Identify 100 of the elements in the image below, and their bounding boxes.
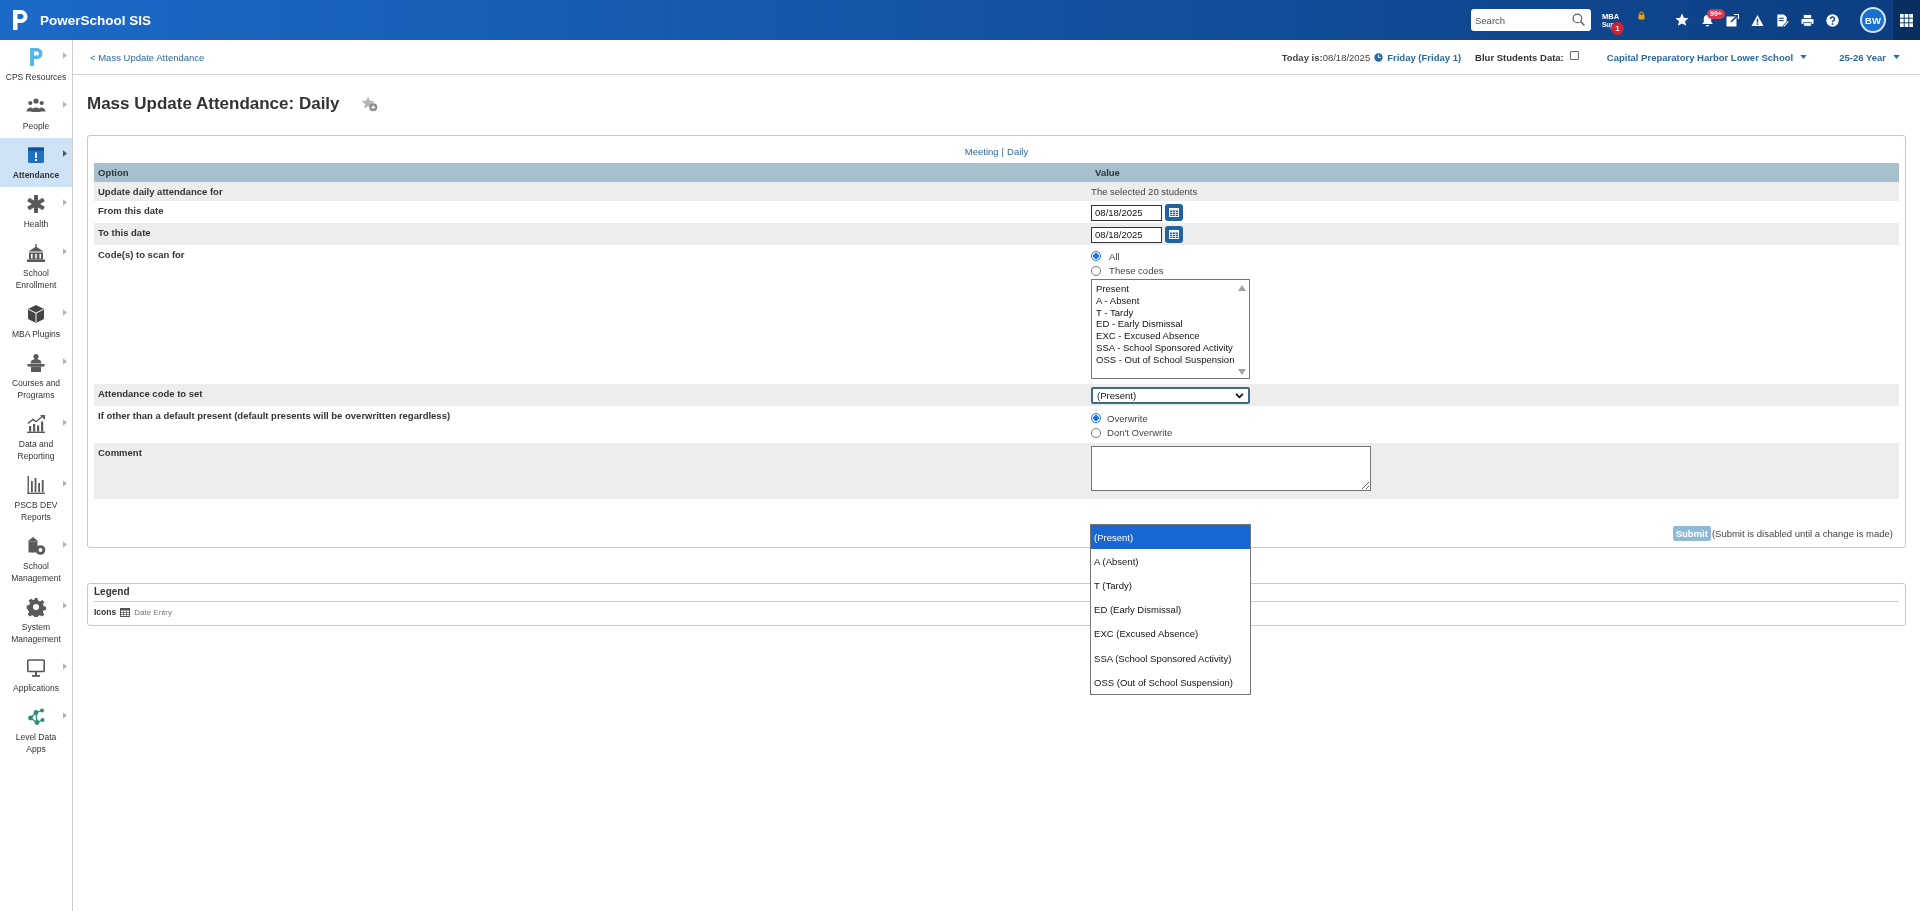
sidebar-item[interactable]: School Enrollment	[0, 236, 72, 297]
sidebar-item[interactable]: Level Data Apps	[0, 700, 72, 761]
dropdown-option[interactable]: ED (Early Dismissal)	[1091, 597, 1251, 622]
calendar-icon	[1169, 208, 1180, 217]
dropdown-option[interactable]: EXC (Excused Absence)	[1091, 621, 1251, 646]
calendar-button[interactable]	[1165, 204, 1184, 221]
radio-button[interactable]	[1091, 265, 1102, 276]
dropdown-option[interactable]: (Present)	[1091, 525, 1251, 550]
today-date: Today is:08/18/2025	[1281, 51, 1371, 63]
cube-icon	[26, 304, 46, 324]
listbox-option[interactable]: EXC - Excused Absence	[1096, 330, 1250, 342]
calendar-alert-icon	[26, 145, 46, 165]
comment-field[interactable]	[1091, 446, 1372, 491]
warning-icon[interactable]	[1751, 13, 1764, 27]
legend-title: Legend	[94, 586, 130, 597]
listbox-option[interactable]: Present	[1096, 283, 1250, 295]
apps-button[interactable]	[1893, 0, 1920, 40]
year-selector[interactable]: 25-26 Year	[1839, 51, 1886, 63]
dropdown-option[interactable]: A (Absent)	[1091, 549, 1251, 574]
sidebar-item[interactable]: PSCB DEV Reports	[0, 468, 72, 529]
listbox-option[interactable]: ED - Early Dismissal	[1096, 318, 1250, 331]
grid-icon	[1900, 13, 1913, 27]
sidebar-item[interactable]: CPS Resources	[0, 40, 72, 89]
page-title: Mass Update Attendance: Daily	[87, 94, 340, 114]
lectern-icon	[26, 353, 46, 373]
caret-right-icon	[63, 419, 67, 426]
star-add-icon[interactable]	[360, 96, 378, 112]
mode-link[interactable]: Daily	[1007, 146, 1029, 157]
caret-right-icon	[63, 101, 67, 108]
listbox-option[interactable]: T - Tardy	[1096, 306, 1250, 319]
clock-icon	[1374, 52, 1384, 62]
dropdown-option[interactable]: OSS (Out of School Suspension)	[1091, 670, 1251, 695]
radio-button[interactable]	[1091, 427, 1102, 438]
calendar-button[interactable]	[1165, 226, 1184, 243]
calendar-icon	[1169, 230, 1180, 239]
help-icon[interactable]	[1826, 13, 1839, 27]
date-field[interactable]: 08/18/2025	[1091, 204, 1163, 221]
medical-star-icon	[26, 194, 46, 214]
search-icon[interactable]	[1572, 13, 1585, 26]
expand-icon[interactable]	[1726, 13, 1739, 27]
caret-right-icon	[63, 309, 67, 316]
dropdown-option[interactable]: T (Tardy)	[1091, 573, 1251, 598]
search-field[interactable]: Search	[1471, 9, 1591, 31]
mode-link[interactable]: Meeting	[964, 146, 999, 157]
legend-label: Icons	[94, 607, 117, 617]
sidebar-item[interactable]: Health	[0, 187, 72, 236]
day-link[interactable]: Friday (Friday 1)	[1387, 51, 1462, 63]
bar-chart-icon	[26, 475, 46, 495]
caret-down-icon[interactable]	[1893, 55, 1900, 59]
star-icon[interactable]	[1675, 13, 1689, 27]
dropdown-option[interactable]: SSA (School Sponsored Activity)	[1091, 645, 1251, 671]
sidebar-item[interactable]: Applications	[0, 651, 72, 700]
caret-right-icon	[63, 663, 67, 670]
option-label: Attendance code to set	[98, 388, 203, 399]
caret-right-icon	[63, 52, 67, 59]
listbox-option[interactable]: SSA - School Sponsored Activity	[1096, 342, 1250, 354]
sidebar-item[interactable]: People	[0, 89, 72, 138]
codes-listbox[interactable]: Present A - Absent T - Tardy ED - Early Dismissal EXC - Excused Absence SSA - School Sponsored Activity OSS - Out of School Suspension	[1091, 279, 1251, 379]
school-selector[interactable]: Capital Preparatory Harbor Lower School	[1606, 51, 1794, 63]
document-edit-icon[interactable]	[1776, 13, 1789, 27]
chevron-down-icon	[1235, 392, 1245, 399]
link-separator: |	[1001, 146, 1005, 157]
attendance-code-select[interactable]: (Present)	[1091, 387, 1251, 404]
sidebar-item[interactable]: Courses and Programs	[0, 346, 72, 407]
printer-icon[interactable]	[1801, 13, 1814, 27]
radio-label: These codes	[1109, 265, 1164, 277]
date-field[interactable]: 08/18/2025	[1091, 226, 1163, 243]
sidebar-item[interactable]: School Management	[0, 529, 72, 590]
radio-button[interactable]	[1091, 413, 1102, 424]
user-avatar[interactable]: BW	[1860, 7, 1886, 33]
column-header: Option	[97, 167, 130, 178]
app-title: PowerSchool SIS	[40, 12, 152, 28]
chart-up-icon	[26, 414, 46, 434]
sidebar-item[interactable]: System Management	[0, 590, 72, 651]
radio-label: All	[1109, 250, 1120, 262]
option-label: From this date	[98, 205, 164, 216]
blur-label: Blur Students Data:	[1475, 51, 1564, 63]
p-logo-icon[interactable]	[12, 9, 28, 31]
value-text: The selected 20 students	[1091, 186, 1198, 197]
listbox-option[interactable]: A - Absent	[1096, 294, 1250, 307]
caret-right-icon	[63, 480, 67, 487]
legend-item: Date Entry	[134, 607, 172, 617]
radio-label: Overwrite	[1107, 412, 1148, 424]
caret-right-icon	[63, 150, 67, 157]
caret-right-icon	[63, 602, 67, 609]
blur-checkbox[interactable]	[1569, 50, 1579, 60]
monitor-icon	[26, 658, 46, 678]
building-gear-icon	[26, 536, 46, 556]
option-label: If other than a default present (default presents will be overwritten regardless)	[98, 410, 451, 421]
caret-right-icon	[63, 358, 67, 365]
network-icon	[26, 707, 46, 727]
radio-button[interactable]	[1091, 251, 1102, 262]
option-label: Comment	[98, 447, 142, 458]
caret-right-icon	[63, 199, 67, 206]
listbox-option[interactable]: OSS - Out of School Suspension	[1096, 353, 1250, 366]
sidebar-item[interactable]: Data and Reporting	[0, 407, 72, 468]
caret-down-icon[interactable]	[1800, 55, 1808, 59]
breadcrumb-link[interactable]: < Mass Update Attendance	[90, 51, 205, 63]
sidebar-item[interactable]: Attendance	[0, 138, 72, 187]
sidebar-item[interactable]: MBA Plugins	[0, 297, 72, 346]
